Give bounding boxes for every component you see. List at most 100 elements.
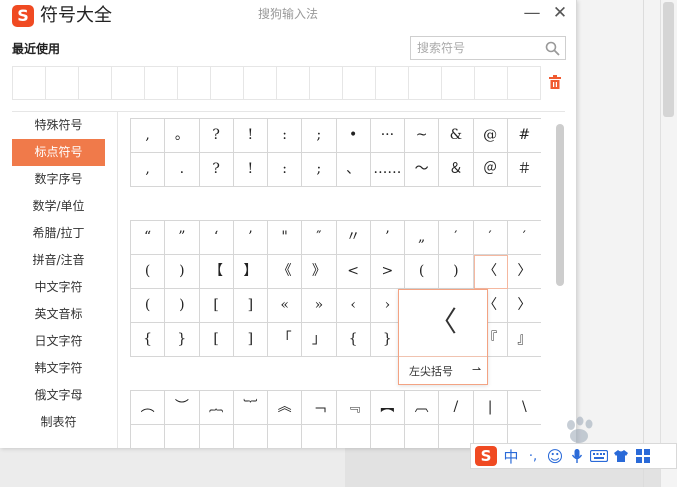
sidebar-category-item[interactable]: 特殊符号 <box>12 112 105 139</box>
symbol-cell[interactable]: { <box>131 323 166 357</box>
sidebar-category-item[interactable]: 俄文字母 <box>12 382 105 409</box>
recent-symbol-cell[interactable] <box>112 67 145 99</box>
symbol-cell[interactable]: ＠ <box>473 153 508 187</box>
page-scrollbar-thumb[interactable] <box>663 2 674 117</box>
symbol-cell[interactable] <box>337 425 371 448</box>
symbol-cell[interactable]: 【 <box>199 255 234 289</box>
symbol-cell[interactable]: { <box>336 323 371 357</box>
symbol-cell[interactable]: ‹ <box>336 289 371 323</box>
symbol-cell[interactable] <box>302 425 337 448</box>
symbol-cell[interactable]: ﹁ <box>302 391 337 425</box>
symbol-cell[interactable] <box>268 425 303 448</box>
symbol-cell[interactable]: 。 <box>165 119 200 153</box>
symbol-cell[interactable]: : <box>268 119 303 153</box>
symbol-cell[interactable]: ( <box>131 255 166 289</box>
symbol-cell[interactable]: ? <box>199 119 234 153</box>
recent-symbol-cell[interactable] <box>244 67 277 99</box>
sidebar-category-item[interactable]: 数字序号 <box>12 166 105 193</box>
recent-symbol-cell[interactable] <box>508 67 540 99</box>
symbol-cell[interactable]: « <box>268 289 303 323</box>
symbol-cell[interactable]: 〈 <box>473 255 508 289</box>
symbol-cell[interactable] <box>131 425 166 448</box>
toolbox-icon[interactable] <box>633 446 653 466</box>
symbol-cell[interactable]: ︽ <box>268 391 303 425</box>
recent-symbol-cell[interactable] <box>475 67 508 99</box>
symbol-cell[interactable] <box>234 425 268 448</box>
recent-symbol-cell[interactable] <box>376 67 409 99</box>
symbol-cell[interactable]: ︵ <box>131 391 166 425</box>
symbol-cell[interactable]: ～ <box>405 153 440 187</box>
symbol-cell[interactable]: ] <box>233 323 268 357</box>
sidebar-category-item[interactable]: 制表符 <box>12 409 105 436</box>
recent-symbol-cell[interactable] <box>79 67 112 99</box>
symbol-cell[interactable]: [ <box>199 323 234 357</box>
symbol-cell[interactable]: ︻ <box>370 391 405 425</box>
symbol-cell[interactable]: } <box>165 323 200 357</box>
symbol-cell[interactable]: ︹ <box>405 391 440 425</box>
recent-symbol-cell[interactable] <box>13 67 46 99</box>
symbol-cell[interactable]: 、 <box>336 153 371 187</box>
recent-symbol-cell[interactable] <box>343 67 376 99</box>
symbol-cell[interactable]: # <box>507 119 541 153</box>
symbol-cell[interactable] <box>200 425 234 448</box>
symbol-cell[interactable]: , <box>131 119 166 153</box>
symbol-cell[interactable]: ＆ <box>439 153 474 187</box>
sidebar-category-item[interactable]: 拼音/注音 <box>12 247 105 274</box>
symbol-cell[interactable]: „ <box>405 221 440 255</box>
symbol-cell[interactable]: / <box>439 391 474 425</box>
symbol-cell[interactable]: | <box>473 391 508 425</box>
symbol-cell[interactable]: [ <box>199 289 234 323</box>
symbol-cell[interactable] <box>439 425 474 448</box>
symbol-cell[interactable]: 》 <box>302 255 337 289</box>
recent-symbol-cell[interactable] <box>178 67 211 99</box>
symbol-cell[interactable]: “ <box>131 221 166 255</box>
skin-icon[interactable] <box>611 446 631 466</box>
sidebar-category-item[interactable]: 韩文字符 <box>12 355 105 382</box>
symbol-cell[interactable]: 〉 <box>507 289 541 323</box>
symbol-cell[interactable] <box>371 425 405 448</box>
symbol-cell[interactable]: ! <box>233 119 268 153</box>
symbol-cell[interactable]: ‘ <box>199 221 234 255</box>
symbol-cell[interactable]: , <box>131 153 166 187</box>
symbol-cell[interactable]: ; <box>302 119 337 153</box>
close-button[interactable]: ✕ <box>549 2 571 24</box>
symbol-cell[interactable]: ] <box>233 289 268 323</box>
search-icon[interactable] <box>545 41 560 56</box>
sidebar-category-item[interactable]: 中文字符 <box>12 274 105 301</box>
symbol-cell[interactable]: ︶ <box>165 391 200 425</box>
symbol-cell[interactable]: ’ <box>233 221 268 255</box>
symbol-cell[interactable]: ︷ <box>199 391 234 425</box>
search-input[interactable] <box>411 37 539 59</box>
symbol-cell[interactable]: ′ <box>473 221 508 255</box>
symbol-cell[interactable]: ) <box>165 255 200 289</box>
symbol-cell[interactable]: » <box>302 289 337 323</box>
symbol-cell[interactable]: ; <box>302 153 337 187</box>
symbol-cell[interactable]: ··· <box>370 119 405 153</box>
symbol-cell[interactable]: ~ <box>405 119 440 153</box>
symbol-cell[interactable]: " <box>268 221 303 255</box>
symbol-cell[interactable]: > <box>370 255 405 289</box>
trash-icon[interactable] <box>548 74 562 90</box>
symbol-cell[interactable]: 】 <box>233 255 268 289</box>
symbol-cell[interactable]: ( <box>405 255 440 289</box>
symbol-cell[interactable]: ＃ <box>507 153 541 187</box>
symbol-cell[interactable]: 「 <box>268 323 303 357</box>
symbol-cell[interactable] <box>405 425 440 448</box>
emoji-icon[interactable]: ☺ <box>545 446 565 466</box>
symbol-scrollbar[interactable] <box>555 118 565 448</box>
sogou-ime-logo-icon[interactable]: S <box>475 446 497 466</box>
recent-symbol-cell[interactable] <box>409 67 442 99</box>
symbol-cell[interactable]: ′ <box>439 221 474 255</box>
sidebar-category-item[interactable]: 数学/单位 <box>12 193 105 220</box>
symbol-cell[interactable]: 』 <box>507 323 541 357</box>
chinese-mode-button[interactable]: 中 <box>501 446 521 466</box>
sidebar-category-item[interactable]: 日文字符 <box>12 328 105 355</box>
symbol-cell[interactable]: ″ <box>302 221 337 255</box>
symbol-cell[interactable]: ” <box>165 221 200 255</box>
symbol-cell[interactable] <box>165 425 200 448</box>
sidebar-category-item[interactable]: 标点符号 <box>12 139 105 166</box>
symbol-cell[interactable]: 〃 <box>336 221 371 255</box>
symbol-cell[interactable]: ) <box>165 289 200 323</box>
symbol-cell[interactable]: : <box>268 153 303 187</box>
minimize-button[interactable]: — <box>521 2 543 24</box>
